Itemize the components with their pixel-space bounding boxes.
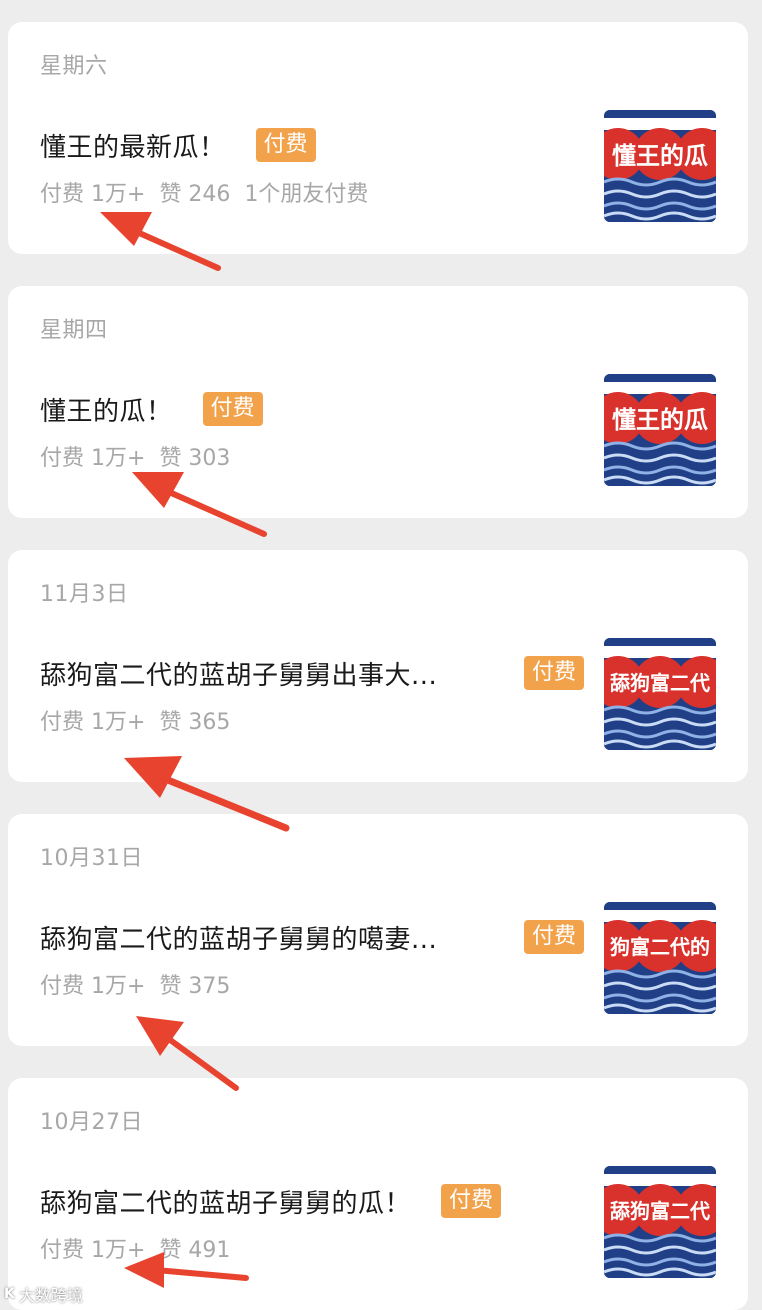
thumb-title: 舔狗富二代	[610, 671, 710, 695]
paid-badge: 付费	[524, 656, 585, 690]
article-stats: 付费 1万+ 赞 375	[40, 968, 230, 1000]
article-title-row[interactable]: 舔狗富二代的蓝胡子舅舅的瓜！ 付费	[40, 1181, 502, 1221]
paid-count: 付费 1万+	[40, 710, 146, 735]
article-title[interactable]: 舔狗富二代的蓝胡子舅舅的噶妻...	[40, 919, 478, 956]
article-card-5[interactable]: 10月27日 舔狗富二代的蓝胡子舅舅的瓜！ 付费 付费 1万+ 赞 491 舔狗…	[8, 1078, 748, 1310]
paid-count: 付费 1万+	[40, 974, 146, 999]
article-title[interactable]: 懂王的瓜！	[40, 391, 173, 428]
article-card-2[interactable]: 星期四 懂王的瓜！ 付费 付费 1万+ 赞 303 懂王的瓜	[8, 286, 748, 518]
thumb-title: 舔狗富二代	[610, 1199, 710, 1223]
article-thumbnail[interactable]: 舔狗富二代	[604, 1166, 716, 1278]
watermark-text: 大数跨境	[18, 1286, 83, 1305]
paid-badge: 付费	[524, 920, 585, 954]
article-title-row[interactable]: 懂王的最新瓜！ 付费	[40, 125, 316, 165]
article-stats: 付费 1万+ 赞 491	[40, 1232, 230, 1264]
article-stats: 付费 1万+ 赞 303	[40, 440, 230, 472]
paid-count: 付费 1万+	[40, 446, 146, 471]
thumb-title: 懂王的瓜	[612, 406, 708, 434]
article-title[interactable]: 舔狗富二代的蓝胡子舅舅出事大...	[40, 655, 478, 692]
article-stats: 付费 1万+ 赞 246 1个朋友付费	[40, 176, 368, 208]
article-thumbnail[interactable]: 懂王的瓜	[604, 374, 716, 486]
like-count: 赞 303	[159, 446, 231, 471]
article-title[interactable]: 懂王的最新瓜！	[40, 127, 226, 164]
article-card-4[interactable]: 10月31日 舔狗富二代的蓝胡子舅舅的噶妻... 付费 付费 1万+ 赞 375…	[8, 814, 748, 1046]
watermark: K 大数跨境	[4, 1282, 83, 1306]
thumb-title: 懂王的瓜	[612, 142, 708, 170]
article-thumbnail[interactable]: 懂王的瓜	[604, 110, 716, 222]
article-stats: 付费 1万+ 赞 365	[40, 704, 230, 736]
watermark-logo: K	[4, 1286, 15, 1302]
like-count: 赞 365	[159, 710, 231, 735]
like-count: 赞 246	[159, 182, 231, 207]
article-date: 11月3日	[40, 582, 129, 607]
article-title-row[interactable]: 舔狗富二代的蓝胡子舅舅出事大... 付费	[40, 653, 585, 693]
paid-count: 付费 1万+	[40, 1238, 146, 1263]
article-date: 10月31日	[40, 846, 143, 871]
article-thumbnail[interactable]: 狗富二代的	[604, 902, 716, 1014]
article-title[interactable]: 舔狗富二代的蓝胡子舅舅的瓜！	[40, 1183, 411, 1220]
thumb-title: 狗富二代的	[610, 935, 710, 959]
friends-paid: 1个朋友付费	[244, 182, 369, 207]
paid-badge: 付费	[441, 1184, 502, 1218]
paid-count: 付费 1万+	[40, 182, 146, 207]
like-count: 赞 375	[159, 974, 231, 999]
article-title-row[interactable]: 舔狗富二代的蓝胡子舅舅的噶妻... 付费	[40, 917, 585, 957]
article-card-3[interactable]: 11月3日 舔狗富二代的蓝胡子舅舅出事大... 付费 付费 1万+ 赞 365 …	[8, 550, 748, 782]
paid-badge: 付费	[255, 128, 316, 162]
article-title-row[interactable]: 懂王的瓜！ 付费	[40, 389, 263, 429]
article-thumbnail[interactable]: 舔狗富二代	[604, 638, 716, 750]
article-date: 星期四	[40, 318, 108, 343]
paid-badge: 付费	[202, 392, 263, 426]
article-card-1[interactable]: 星期六 懂王的最新瓜！ 付费 付费 1万+ 赞 246 1个朋友付费 懂王的瓜	[8, 22, 748, 254]
like-count: 赞 491	[159, 1238, 231, 1263]
article-date: 星期六	[40, 54, 108, 79]
article-date: 10月27日	[40, 1110, 143, 1135]
